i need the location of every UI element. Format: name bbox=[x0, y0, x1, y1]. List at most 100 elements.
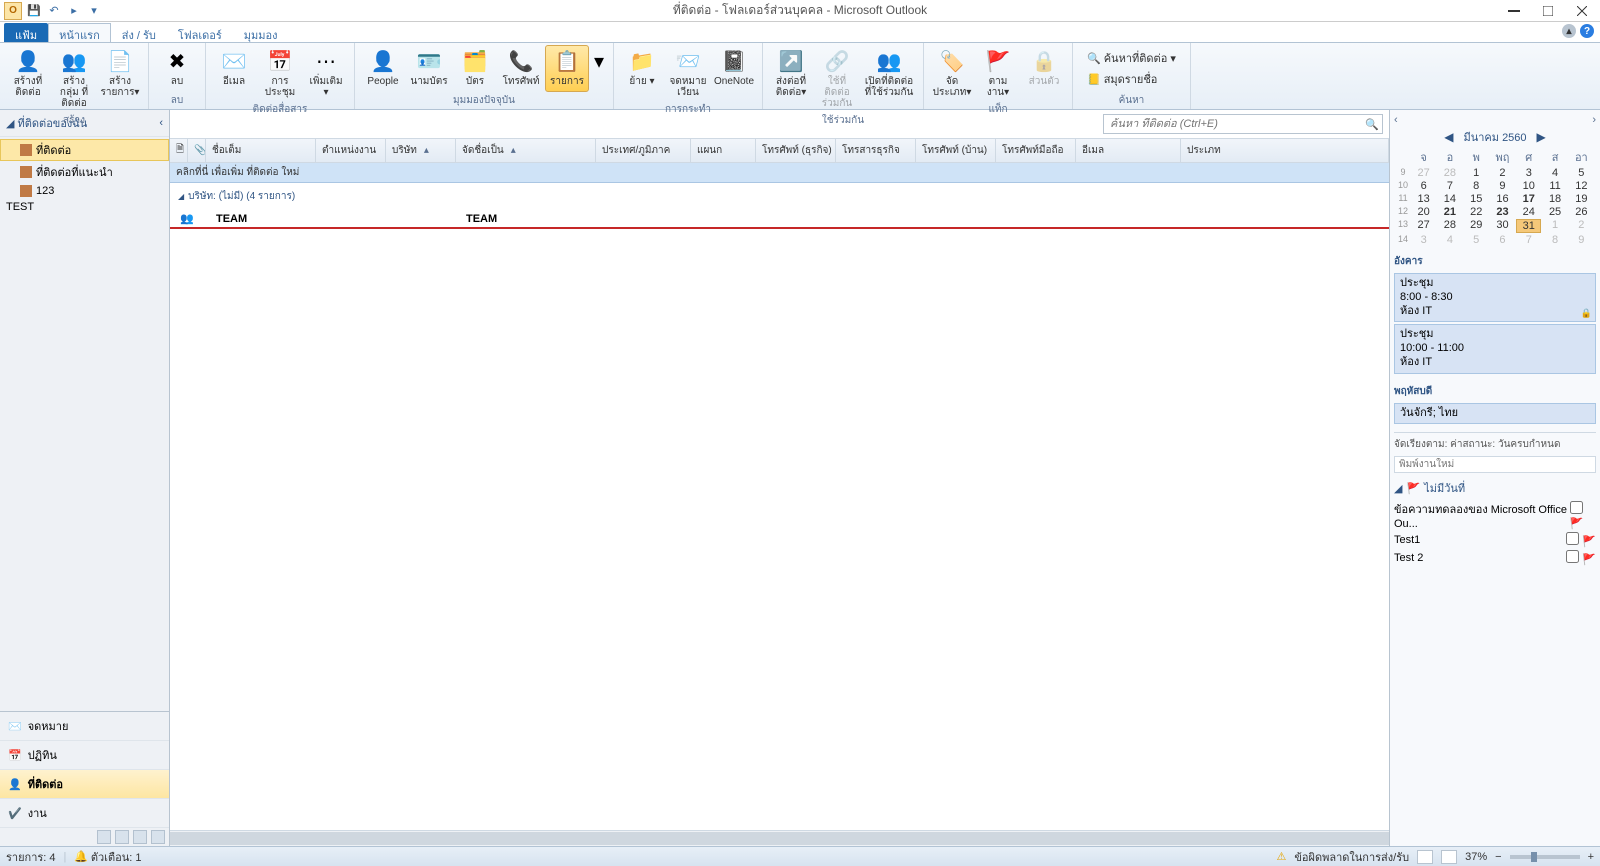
status-error[interactable]: ข้อผิดพลาดในการส่ง/รับ bbox=[1294, 848, 1409, 866]
prev-month-button[interactable]: ◀ bbox=[1444, 130, 1453, 144]
calendar-day[interactable]: 5 bbox=[1569, 167, 1594, 179]
col-homephone[interactable]: โทรศัพท์ (บ้าน) bbox=[916, 139, 996, 162]
new-contact-button[interactable]: 👤สร้างที่ ติดต่อ bbox=[6, 45, 50, 112]
switch-tasks[interactable]: ✔️งาน bbox=[0, 799, 169, 828]
mini-calendar[interactable]: จอพพฤศสอา9272812345106789101112111314151… bbox=[1394, 148, 1596, 246]
calendar-day[interactable]: 10 bbox=[1516, 180, 1541, 192]
followup-button[interactable]: 🚩ตาม งาน▾ bbox=[976, 45, 1020, 101]
tab-view[interactable]: มุมมอง bbox=[233, 23, 289, 43]
horizontal-scrollbar[interactable] bbox=[170, 830, 1389, 846]
calendar-day[interactable]: 3 bbox=[1516, 167, 1541, 179]
close-button[interactable] bbox=[1572, 4, 1592, 18]
move-button[interactable]: 📁ย้าย ▾ bbox=[620, 45, 664, 101]
calendar-day[interactable]: 14 bbox=[1437, 193, 1462, 205]
tasks-sort-header[interactable]: จัดเรียงตาม: ค่าสถานะ: วันครบกำหนด bbox=[1394, 437, 1596, 452]
search-input[interactable] bbox=[1104, 118, 1362, 130]
help-icon[interactable]: ? bbox=[1580, 24, 1594, 38]
view-normal-button[interactable] bbox=[1417, 850, 1433, 864]
notes-shortcut[interactable] bbox=[97, 830, 111, 844]
col-mobile[interactable]: โทรศัพท์มือถือ bbox=[996, 139, 1076, 162]
outlook-app-icon[interactable]: O bbox=[4, 2, 22, 20]
ribbon-minimize-icon[interactable]: ▴ bbox=[1562, 24, 1576, 38]
new-contact-row[interactable]: คลิกที่นี่ เพื่อเพิ่ม ที่ติดต่อ ใหม่ bbox=[170, 163, 1389, 183]
switch-mail[interactable]: ✉️จดหมาย bbox=[0, 712, 169, 741]
view-bizcard-button[interactable]: 🪪นามบัตร bbox=[407, 45, 451, 92]
calendar-day[interactable]: 23 bbox=[1490, 206, 1515, 218]
calendar-day[interactable]: 5 bbox=[1464, 234, 1489, 246]
col-jobtitle[interactable]: ตำแหน่งงาน bbox=[316, 139, 386, 162]
flag-icon[interactable]: 🚩 bbox=[1582, 536, 1596, 548]
find-contact-dropdown[interactable]: 🔍ค้นหาที่ติดต่อ ▾ bbox=[1087, 49, 1176, 67]
calendar-day[interactable]: 4 bbox=[1542, 167, 1567, 179]
calendar-day[interactable]: 30 bbox=[1490, 219, 1515, 233]
col-country[interactable]: ประเทศ/ภูมิภาค bbox=[596, 139, 691, 162]
tab-folder[interactable]: โฟลเดอร์ bbox=[167, 23, 233, 43]
group-header[interactable]: บริษัท: (ไม่มี) (4 รายการ) bbox=[170, 183, 1389, 210]
task-complete-checkbox[interactable] bbox=[1570, 501, 1583, 514]
calendar-day[interactable]: 16 bbox=[1490, 193, 1515, 205]
calendar-day[interactable]: 28 bbox=[1437, 167, 1462, 179]
flag-icon[interactable]: 🚩 bbox=[1570, 518, 1584, 530]
search-box[interactable]: 🔍 bbox=[1103, 114, 1383, 134]
col-icon[interactable]: 🗎 bbox=[170, 139, 188, 162]
nav-options-button[interactable] bbox=[151, 830, 165, 844]
calendar-day[interactable]: 7 bbox=[1516, 234, 1541, 246]
zoom-out-button[interactable]: − bbox=[1495, 851, 1501, 863]
col-company[interactable]: บริษัท bbox=[386, 139, 456, 162]
calendar-day[interactable]: 27 bbox=[1411, 167, 1436, 179]
zoom-in-button[interactable]: + bbox=[1588, 851, 1594, 863]
undo-icon[interactable]: ↶ bbox=[46, 3, 62, 19]
open-shared-button[interactable]: 👥เปิดที่ติดต่อ ที่ใช้ร่วมกัน bbox=[861, 45, 917, 112]
view-reading-button[interactable] bbox=[1441, 850, 1457, 864]
appointment[interactable]: ประชุม 8:00 - 8:30 ห้อง IT 🔒 bbox=[1394, 273, 1596, 322]
calendar-day[interactable]: 3 bbox=[1411, 234, 1436, 246]
new-task-input[interactable] bbox=[1394, 456, 1596, 473]
calendar-day[interactable]: 18 bbox=[1542, 193, 1567, 205]
calendar-day[interactable]: 15 bbox=[1464, 193, 1489, 205]
delete-button[interactable]: ✖ลบ bbox=[155, 45, 199, 92]
calendar-day[interactable]: 4 bbox=[1437, 234, 1462, 246]
task-item[interactable]: Test 2 🚩 bbox=[1394, 549, 1596, 567]
maximize-button[interactable] bbox=[1538, 4, 1558, 18]
calendar-day[interactable]: 31 bbox=[1516, 219, 1541, 233]
tab-send-receive[interactable]: ส่ง / รับ bbox=[111, 23, 167, 43]
col-fullname[interactable]: ชื่อเต็ม bbox=[206, 139, 316, 162]
col-bizphone[interactable]: โทรศัพท์ (ธุรกิจ) bbox=[756, 139, 836, 162]
task-item[interactable]: ข้อความทดลองของ Microsoft Office Ou... 🚩 bbox=[1394, 499, 1596, 531]
folder-suggested[interactable]: ที่ติดต่อที่แนะนำ bbox=[0, 161, 169, 183]
calendar-day[interactable]: 8 bbox=[1542, 234, 1567, 246]
calendar-day[interactable]: 24 bbox=[1516, 206, 1541, 218]
calendar-day[interactable]: 29 bbox=[1464, 219, 1489, 233]
calendar-day[interactable]: 1 bbox=[1464, 167, 1489, 179]
col-category[interactable]: ประเภท bbox=[1181, 139, 1389, 162]
forward-contact-button[interactable]: ↗️ส่งต่อที่ ติดต่อ▾ bbox=[769, 45, 813, 112]
calendar-day[interactable]: 6 bbox=[1490, 234, 1515, 246]
task-complete-checkbox[interactable] bbox=[1566, 532, 1579, 545]
zoom-slider[interactable] bbox=[1510, 855, 1580, 859]
private-button[interactable]: 🔒ส่วนตัว bbox=[1022, 45, 1066, 101]
calendar-day[interactable]: 26 bbox=[1569, 206, 1594, 218]
folder-test[interactable]: TEST bbox=[0, 199, 169, 215]
calendar-day[interactable]: 19 bbox=[1569, 193, 1594, 205]
mailmerge-button[interactable]: 📨จดหมาย เวียน bbox=[666, 45, 710, 101]
shortcuts-shortcut[interactable] bbox=[133, 830, 147, 844]
col-attachment[interactable]: 📎 bbox=[188, 139, 206, 162]
calendar-day[interactable]: 11 bbox=[1542, 180, 1567, 192]
calendar-day[interactable]: 20 bbox=[1411, 206, 1436, 218]
col-bizfax[interactable]: โทรสารธุรกิจ bbox=[836, 139, 916, 162]
list-row[interactable]: 👥 TEAM TEAM bbox=[170, 210, 1389, 229]
view-people-button[interactable]: 👤People bbox=[361, 45, 405, 92]
new-items-button[interactable]: 📄สร้าง รายการ▾ bbox=[98, 45, 142, 112]
appointment[interactable]: ประชุม 10:00 - 11:00 ห้อง IT bbox=[1394, 324, 1596, 373]
calendar-day[interactable]: 2 bbox=[1490, 167, 1515, 179]
col-dept[interactable]: แผนก bbox=[691, 139, 756, 162]
next-month-button[interactable]: ▶ bbox=[1537, 130, 1546, 144]
todo-collapse-icon[interactable]: ‹ bbox=[1394, 114, 1398, 126]
calendar-day[interactable]: 9 bbox=[1569, 234, 1594, 246]
share-contacts-button[interactable]: 🔗ใช้ที่ติดต่อ ร่วมกัน bbox=[815, 45, 859, 112]
address-book-button[interactable]: 📒สมุดรายชื่อ bbox=[1087, 70, 1176, 88]
view-phone-button[interactable]: 📞โทรศัพท์ bbox=[499, 45, 543, 92]
calendar-day[interactable]: 8 bbox=[1464, 180, 1489, 192]
folder-shortcut[interactable] bbox=[115, 830, 129, 844]
switch-calendar[interactable]: 📅ปฏิทิน bbox=[0, 741, 169, 770]
